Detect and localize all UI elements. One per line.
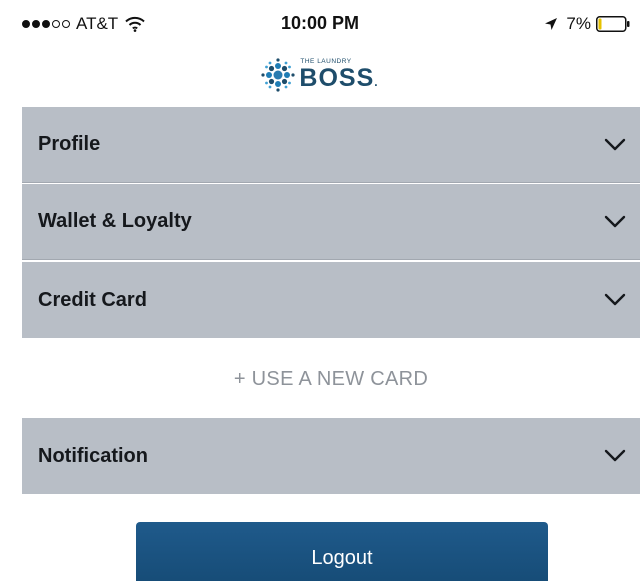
chevron-down-icon[interactable] [604,138,626,152]
chevron-down-icon[interactable] [604,293,626,307]
accordion-notification[interactable]: Notification [22,418,640,494]
battery-percent: 7% [566,14,591,33]
chevron-down-icon[interactable] [604,449,626,463]
app-header: THE LAUNDRY BOSS. [0,44,640,106]
app-logo: THE LAUNDRY BOSS. [261,58,378,92]
status-bar: AT&T 10:00 PM 7% [0,0,640,44]
logo-wordmark: BOSS. [299,63,379,92]
accordion-label-credit-card: Credit Card [38,288,147,311]
logo-wordmark-text: BOSS [299,63,375,92]
use-new-card-link[interactable]: + USE A NEW CARD [22,340,640,418]
logo-text: THE LAUNDRY BOSS. [299,59,378,91]
accordion-credit-card[interactable]: Credit Card [22,262,640,338]
laundry-boss-logo-icon [261,58,295,92]
chevron-down-icon[interactable] [604,215,626,229]
logout-button[interactable]: Logout [136,522,548,581]
accordion-label-wallet-loyalty: Wallet & Loyalty [38,210,192,232]
accordion-profile[interactable]: Profile [22,107,640,183]
accordion-label-profile: Profile [38,133,101,155]
accordion-label-notification: Notification [38,444,148,467]
accordion-wallet-loyalty[interactable]: Wallet & Loyalty [22,184,640,260]
battery-icon [596,16,630,32]
status-right: 7% [544,14,630,34]
location-arrow-icon [545,18,558,30]
logo-wordmark-dot: . [374,74,379,89]
